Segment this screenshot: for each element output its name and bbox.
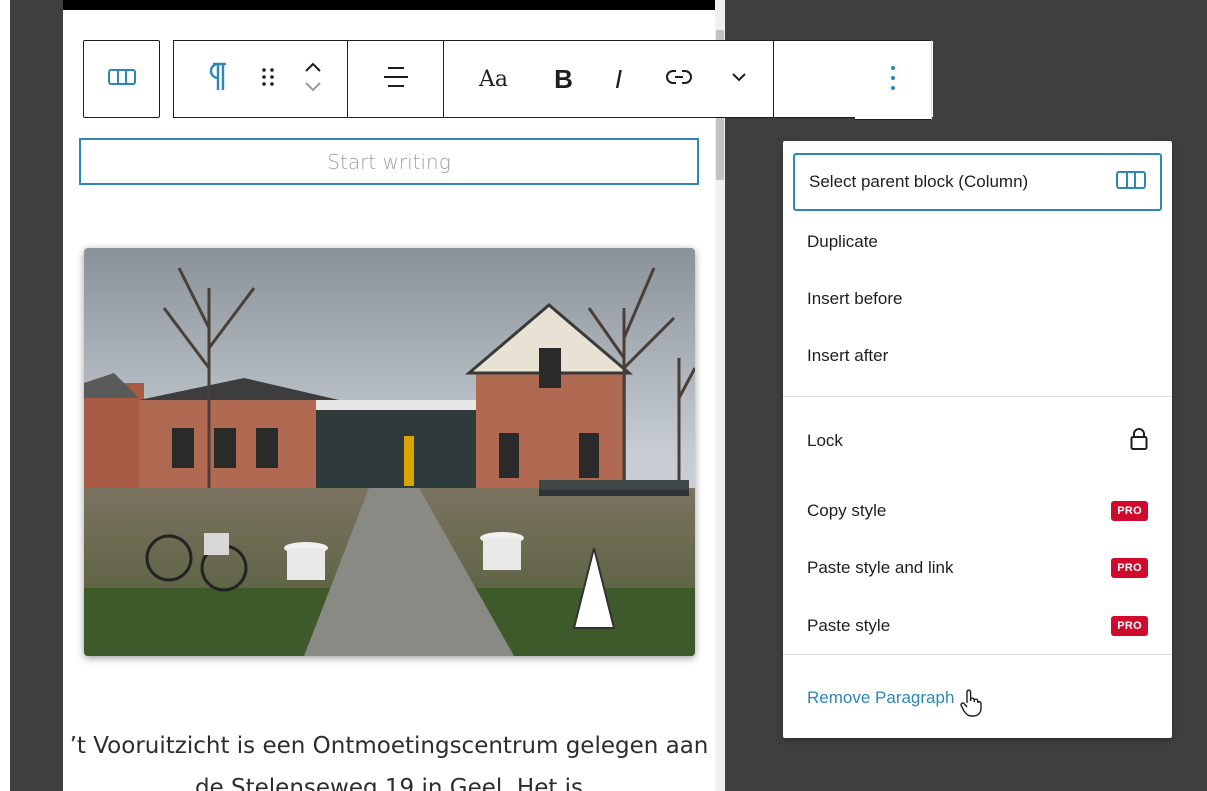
drag-handle[interactable] xyxy=(246,41,290,117)
toolbar-main-group: Aa B I xyxy=(173,40,933,118)
hand-pointer-icon xyxy=(960,689,983,722)
pro-badge: PRO xyxy=(1111,616,1148,636)
move-up-down-icon xyxy=(303,59,323,100)
options-button[interactable] xyxy=(855,40,932,120)
menu-item-label: Paste style and link xyxy=(807,558,954,577)
building-photo[interactable] xyxy=(84,248,695,656)
link-button[interactable] xyxy=(644,41,714,117)
menu-item-label: Lock xyxy=(807,431,843,450)
menu-item-copy-style[interactable]: Copy style PRO xyxy=(793,486,1162,536)
menu-separator xyxy=(783,654,1172,655)
menu-item-label: Select parent block (Column) xyxy=(809,172,1029,191)
paragraph-placeholder[interactable]: Start writing xyxy=(79,138,699,185)
menu-item-label: Insert after xyxy=(807,345,889,365)
menu-item-paste-style[interactable]: Paste style PRO xyxy=(793,601,1162,651)
menu-item-duplicate[interactable]: Duplicate xyxy=(793,219,1162,264)
pro-badge: PRO xyxy=(1111,558,1148,578)
canvas-top-bar xyxy=(63,0,715,10)
align-text-icon xyxy=(382,64,410,95)
align-group xyxy=(348,41,444,117)
drag-handle-icon xyxy=(261,66,275,93)
more-vertical-icon xyxy=(890,65,896,96)
editor-left-gutter xyxy=(0,0,10,791)
menu-item-label: Copy style xyxy=(807,501,887,520)
menu-item-insert-before[interactable]: Insert before xyxy=(793,276,1162,321)
move-up-down-button[interactable] xyxy=(290,41,336,117)
block-controls xyxy=(174,41,348,117)
more-formats-button[interactable] xyxy=(714,41,764,117)
link-icon xyxy=(665,68,693,91)
columns-icon xyxy=(107,68,136,90)
chevron-down-icon xyxy=(731,70,747,88)
align-button[interactable] xyxy=(348,41,443,117)
menu-separator xyxy=(783,396,1172,397)
bold-button[interactable]: B xyxy=(534,41,594,117)
menu-item-lock[interactable]: Lock xyxy=(793,416,1162,466)
menu-item-paste-style-and-link[interactable]: Paste style and link PRO xyxy=(793,543,1162,593)
typography-button[interactable]: Aa xyxy=(454,41,534,117)
menu-item-label: Remove Paragraph xyxy=(807,688,955,707)
menu-item-insert-after[interactable]: Insert after xyxy=(793,333,1162,378)
block-options-menu: Select parent block (Column) Duplicate I… xyxy=(783,141,1172,738)
format-group: Aa B I xyxy=(444,41,774,117)
menu-item-label: Duplicate xyxy=(807,231,878,251)
menu-item-label: Insert before xyxy=(807,288,903,308)
columns-icon xyxy=(1116,170,1146,194)
building-image xyxy=(84,248,695,656)
menu-item-select-parent[interactable]: Select parent block (Column) xyxy=(793,153,1162,211)
select-parent-button[interactable] xyxy=(83,40,160,118)
paragraph-text[interactable]: ’t Vooruitzicht is een Ontmoetingscentru… xyxy=(63,725,715,791)
menu-item-remove-paragraph[interactable]: Remove Paragraph xyxy=(793,673,1162,723)
block-type-button[interactable] xyxy=(186,41,246,117)
paragraph-icon xyxy=(203,61,229,98)
lock-icon xyxy=(1130,427,1148,456)
menu-item-label: Paste style xyxy=(807,616,891,635)
pro-badge: PRO xyxy=(1111,501,1148,521)
italic-button[interactable]: I xyxy=(594,41,644,117)
